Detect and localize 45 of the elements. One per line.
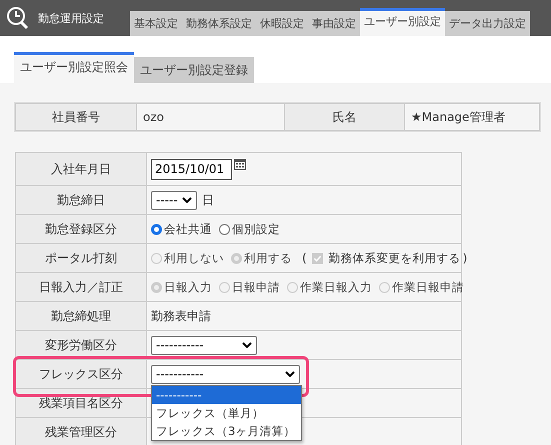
field-label: 勤怠登録区分 xyxy=(16,215,147,243)
tab[interactable]: 基本設定 xyxy=(130,11,182,36)
chevron-down-icon xyxy=(182,197,192,203)
select-field[interactable]: ----------- xyxy=(151,336,257,354)
radio-label: 利用する xyxy=(244,250,292,266)
radio-label: 会社共通 xyxy=(164,222,212,236)
paren-text: ) xyxy=(462,251,468,265)
field-label: 社員番号 xyxy=(16,104,137,130)
sub-tab[interactable]: ユーザー別設定登録 xyxy=(134,57,254,83)
field-label: フレックス区分 xyxy=(16,360,147,388)
chevron-down-icon xyxy=(285,371,295,377)
dropdown-option[interactable]: フレックス（3ヶ月清算） xyxy=(152,422,301,440)
radio-label: 利用しない xyxy=(164,250,224,266)
tab[interactable]: 勤務体系設定 xyxy=(182,11,256,36)
field-label: ポータル打刻 xyxy=(16,244,147,272)
select-field[interactable]: ----------- xyxy=(151,364,300,384)
radio-label: 日報入力 xyxy=(164,280,212,294)
sub-tab[interactable]: ユーザー別設定照会 xyxy=(14,52,134,83)
unit-label: 日 xyxy=(202,192,214,208)
radio-label: 作業日報申請 xyxy=(392,280,464,294)
select-field[interactable]: ----- xyxy=(151,190,197,210)
dropdown-option[interactable]: フレックス（単月） xyxy=(152,404,301,422)
field-value: 勤務表申請 xyxy=(151,308,211,324)
tab[interactable]: データ出力設定 xyxy=(445,11,530,36)
field-label: 残業管理区分 xyxy=(16,418,147,445)
calendar-icon[interactable] xyxy=(234,158,246,170)
radio-label: 日報申請 xyxy=(232,280,280,294)
field-label: 入社年月日 xyxy=(16,153,147,185)
date-field[interactable]: 2015/10/01 xyxy=(151,158,232,180)
radio-label: 作業日報入力 xyxy=(300,280,372,294)
field-label: 日報入力／訂正 xyxy=(16,273,147,301)
radio-label: 個別設定 xyxy=(232,222,280,236)
field-label: 勤怠締処理 xyxy=(16,302,147,330)
tab[interactable]: 休暇設定 xyxy=(256,11,308,36)
radio-button[interactable] xyxy=(151,224,162,234)
checkbox-label: 勤務体系変更を利用する xyxy=(328,250,461,266)
chevron-down-icon xyxy=(242,342,252,348)
field-label: 氏名 xyxy=(285,104,405,130)
app-title: 勤怠運用設定 xyxy=(38,10,104,26)
dropdown-option[interactable]: ----------- xyxy=(152,386,301,404)
field-label: 勤怠締日 xyxy=(16,186,147,214)
radio-button[interactable] xyxy=(219,224,230,234)
paren-text: ( xyxy=(302,251,307,265)
tab[interactable]: ユーザー別設定 xyxy=(360,8,445,36)
tab[interactable]: 事由設定 xyxy=(308,11,360,36)
